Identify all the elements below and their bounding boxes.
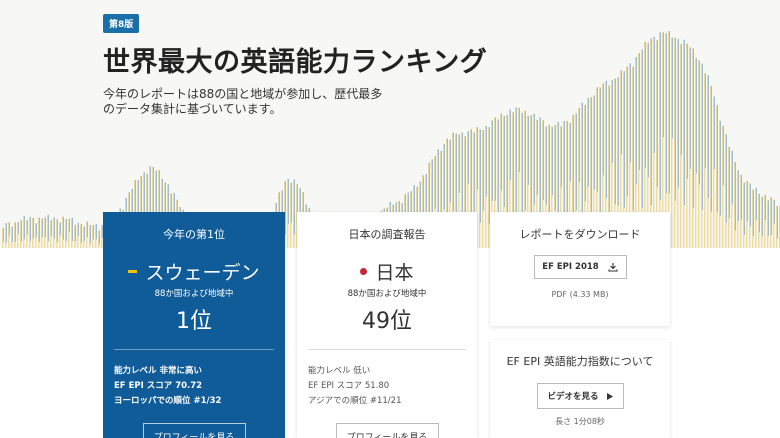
proficiency-level: 能力レベル 非常に高い <box>114 366 202 376</box>
sweden-flag-icon <box>128 270 138 273</box>
japan-country-name: 日本 <box>375 262 414 284</box>
video-button-label: ビデオを見る <box>547 392 599 402</box>
about-card: EF EPI 英語能力指数について ビデオを見る 長さ 1分08秒 <box>490 340 670 438</box>
proficiency-level: 能力レベル 低い <box>308 366 371 376</box>
top-card-heading: 今年の第1位 <box>163 228 225 241</box>
japan-card-details: 能力レベル 低い EF EPI スコア 51.80 アジアでの順位 #11/21 <box>297 350 477 409</box>
top-card-details: 能力レベル 非常に高い EF EPI スコア 70.72 ヨーロッパでの順位 #… <box>103 350 285 409</box>
epi-score: EF EPI スコア 70.72 <box>114 381 203 391</box>
download-button-label: EF EPI 2018 <box>542 262 599 272</box>
epi-score: EF EPI スコア 51.80 <box>308 381 390 391</box>
view-profile-button-sweden[interactable]: プロフィールを見る <box>142 423 246 438</box>
play-icon <box>606 392 613 400</box>
download-card-heading: レポートをダウンロード <box>519 228 641 241</box>
view-profile-button-japan[interactable]: プロフィールを見る <box>335 423 439 438</box>
top-country-name: スウェーデン <box>145 262 260 284</box>
video-duration: 長さ 1分08秒 <box>555 417 605 426</box>
hero-subtitle: 今年のレポートは88の国と地域が参加し、歴代最多のデータ集計に基づいています。 <box>103 87 383 116</box>
download-report-button[interactable]: EF EPI 2018 <box>533 255 627 279</box>
edition-badge: 第8版 <box>103 14 140 33</box>
japan-card-heading: 日本の調査報告 <box>348 228 426 241</box>
hero-section: 第8版 世界最大の英語能力ランキング 今年のレポートは88の国と地域が参加し、歴… <box>0 0 780 248</box>
about-card-heading: EF EPI 英語能力指数について <box>506 355 654 368</box>
top-card-rank: 1位 <box>176 309 212 334</box>
japan-report-card: 日本の調査報告 日本 88か国および地域中 49位 能力レベル 低い EF EP… <box>297 212 477 438</box>
region-rank: ヨーロッパでの順位 #1/32 <box>114 396 222 406</box>
japan-card-subtext: 88か国および地域中 <box>347 289 427 299</box>
top-card-subtext: 88か国および地域中 <box>154 289 234 299</box>
watch-video-button[interactable]: ビデオを見る <box>536 383 624 409</box>
decorative-bar-pattern <box>2 31 780 248</box>
top-country-card: 今年の第1位 スウェーデン 88か国および地域中 1位 能力レベル 非常に高い … <box>103 212 285 438</box>
download-icon <box>608 263 618 272</box>
download-card: レポートをダウンロード EF EPI 2018 PDF (4.33 MB) <box>490 212 670 326</box>
file-info: PDF (4.33 MB) <box>551 290 609 299</box>
japan-card-rank: 49位 <box>362 309 412 334</box>
japan-flag-icon <box>360 268 368 275</box>
page-title: 世界最大の英語能力ランキング <box>103 47 488 78</box>
region-rank: アジアでの順位 #11/21 <box>308 396 402 406</box>
